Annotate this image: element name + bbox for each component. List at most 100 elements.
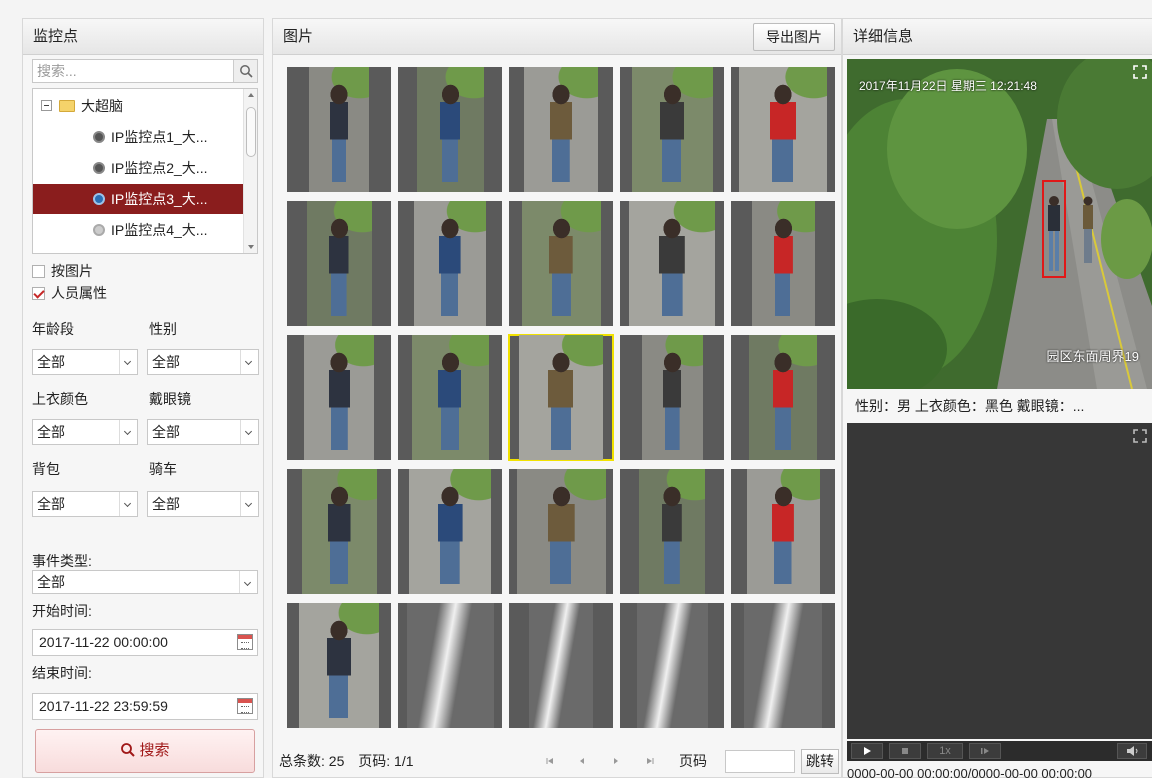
page-input[interactable]: [725, 750, 795, 773]
result-thumbnail[interactable]: [509, 603, 613, 728]
result-thumbnail[interactable]: [731, 201, 835, 326]
snapshot-image: [746, 469, 820, 594]
glasses-select[interactable]: 全部: [147, 419, 259, 445]
search-button[interactable]: 搜索: [35, 729, 255, 773]
result-thumbnail[interactable]: [287, 603, 391, 728]
by-image-checkbox[interactable]: [32, 265, 45, 278]
calendar-icon[interactable]: [237, 698, 253, 714]
search-icon: [121, 743, 136, 757]
result-thumbnail[interactable]: [620, 603, 724, 728]
age-select[interactable]: 全部: [32, 349, 138, 375]
camera-search-button[interactable]: [233, 60, 257, 82]
result-thumbnail[interactable]: [731, 603, 835, 728]
chevron-down-icon[interactable]: [239, 571, 257, 593]
snapshot-image: [301, 469, 377, 594]
result-thumbnail[interactable]: [509, 469, 613, 594]
fullscreen-icon[interactable]: [1133, 65, 1147, 79]
calendar-icon[interactable]: [237, 634, 253, 650]
speaker-icon: [1127, 746, 1138, 756]
tree-scrollbar[interactable]: [243, 89, 257, 253]
result-thumbnail[interactable]: [287, 469, 391, 594]
chevron-down-icon[interactable]: [119, 420, 137, 444]
snapshot-image: [414, 201, 486, 326]
result-thumbnail[interactable]: [731, 469, 835, 594]
chevron-down-icon[interactable]: [240, 492, 258, 516]
search-button-label: 搜索: [139, 742, 170, 759]
step-frame-button[interactable]: [969, 743, 1001, 759]
result-thumbnail[interactable]: [509, 67, 613, 192]
result-thumbnail[interactable]: [287, 335, 391, 460]
chevron-down-icon[interactable]: [119, 350, 137, 374]
speed-button[interactable]: 1x: [927, 743, 963, 759]
tree-root-node[interactable]: 大超脑: [33, 91, 243, 121]
end-time-value: 2017-11-22 23:59:59: [39, 698, 168, 714]
age-label: 年龄段: [32, 321, 74, 337]
result-thumbnail[interactable]: [731, 335, 835, 460]
jump-button[interactable]: 跳转: [801, 749, 839, 774]
scroll-up-icon[interactable]: [248, 93, 254, 97]
start-time-field[interactable]: 2017-11-22 00:00:00: [32, 629, 258, 656]
result-thumbnail[interactable]: [620, 67, 724, 192]
riding-select[interactable]: 全部: [147, 491, 259, 517]
camera-icon: [93, 131, 105, 143]
play-button[interactable]: [851, 743, 883, 759]
result-thumbnail[interactable]: [731, 67, 835, 192]
snapshot-image: [641, 335, 703, 460]
start-time-value: 2017-11-22 00:00:00: [39, 634, 168, 650]
result-thumbnail[interactable]: [398, 469, 502, 594]
chevron-down-icon[interactable]: [119, 492, 137, 516]
prev-page-icon[interactable]: [575, 754, 589, 768]
audio-button[interactable]: [1117, 743, 1147, 759]
person-attr-checkbox[interactable]: [32, 287, 45, 300]
result-thumbnail[interactable]: [398, 201, 502, 326]
result-thumbnail[interactable]: [508, 334, 614, 461]
result-thumbnail[interactable]: [398, 603, 502, 728]
export-images-button[interactable]: 导出图片: [753, 23, 835, 51]
chevron-down-icon[interactable]: [240, 350, 258, 374]
next-page-icon[interactable]: [609, 754, 623, 768]
result-thumbnail[interactable]: [287, 201, 391, 326]
top-color-label: 上衣颜色: [32, 391, 88, 407]
result-thumbnail[interactable]: [398, 67, 502, 192]
tree-item-camera-3[interactable]: IP监控点3_大...: [33, 184, 243, 214]
end-time-field[interactable]: 2017-11-22 23:59:59: [32, 693, 258, 720]
result-thumbnail[interactable]: [287, 67, 391, 192]
fullscreen-icon[interactable]: [1133, 429, 1147, 443]
chevron-down-icon[interactable]: [240, 420, 258, 444]
tree-scroll-thumb[interactable]: [246, 107, 256, 157]
snapshot-image: [521, 201, 601, 326]
app-root: 监控点 大超脑 IP监控点1_大...: [0, 0, 1152, 778]
video-playback-window[interactable]: [847, 423, 1152, 739]
by-image-option[interactable]: 按图片: [32, 261, 93, 281]
tree-item-camera-4[interactable]: IP监控点4_大...: [33, 215, 243, 245]
result-thumbnail[interactable]: [398, 335, 502, 460]
event-type-select[interactable]: 全部: [32, 570, 258, 594]
tree-item-camera-2[interactable]: IP监控点2_大...: [33, 153, 243, 183]
collapse-icon[interactable]: [41, 100, 52, 111]
tree-item-label: IP监控点4_大...: [111, 222, 208, 238]
result-thumbnail[interactable]: [509, 201, 613, 326]
page-input-label: 页码: [679, 753, 707, 769]
snapshot-image: [406, 603, 494, 728]
gender-select[interactable]: 全部: [147, 349, 259, 375]
by-image-label: 按图片: [51, 263, 93, 279]
stop-button[interactable]: [889, 743, 921, 759]
result-thumbnail[interactable]: [620, 201, 724, 326]
gender-label: 性别: [149, 321, 177, 337]
result-thumbnail[interactable]: [620, 335, 724, 460]
last-page-icon[interactable]: [643, 754, 657, 768]
person-attr-label: 人员属性: [51, 285, 107, 301]
backpack-select[interactable]: 全部: [32, 491, 138, 517]
scroll-down-icon[interactable]: [248, 245, 254, 249]
top-color-select[interactable]: 全部: [32, 419, 138, 445]
camera-search-input[interactable]: [33, 60, 229, 82]
snapshot-preview[interactable]: 2017年11月22日 星期三 12:21:48 园区东面周界19: [847, 59, 1152, 389]
person-attr-option[interactable]: 人员属性: [32, 283, 107, 303]
result-thumbnail[interactable]: [620, 469, 724, 594]
detail-panel-title: 详细信息: [843, 19, 1152, 55]
start-time-label: 开始时间:: [32, 603, 92, 619]
first-page-icon[interactable]: [543, 754, 557, 768]
snapshot-image: [409, 469, 491, 594]
snapshot-image: [744, 603, 822, 728]
tree-item-camera-1[interactable]: IP监控点1_大...: [33, 122, 243, 152]
